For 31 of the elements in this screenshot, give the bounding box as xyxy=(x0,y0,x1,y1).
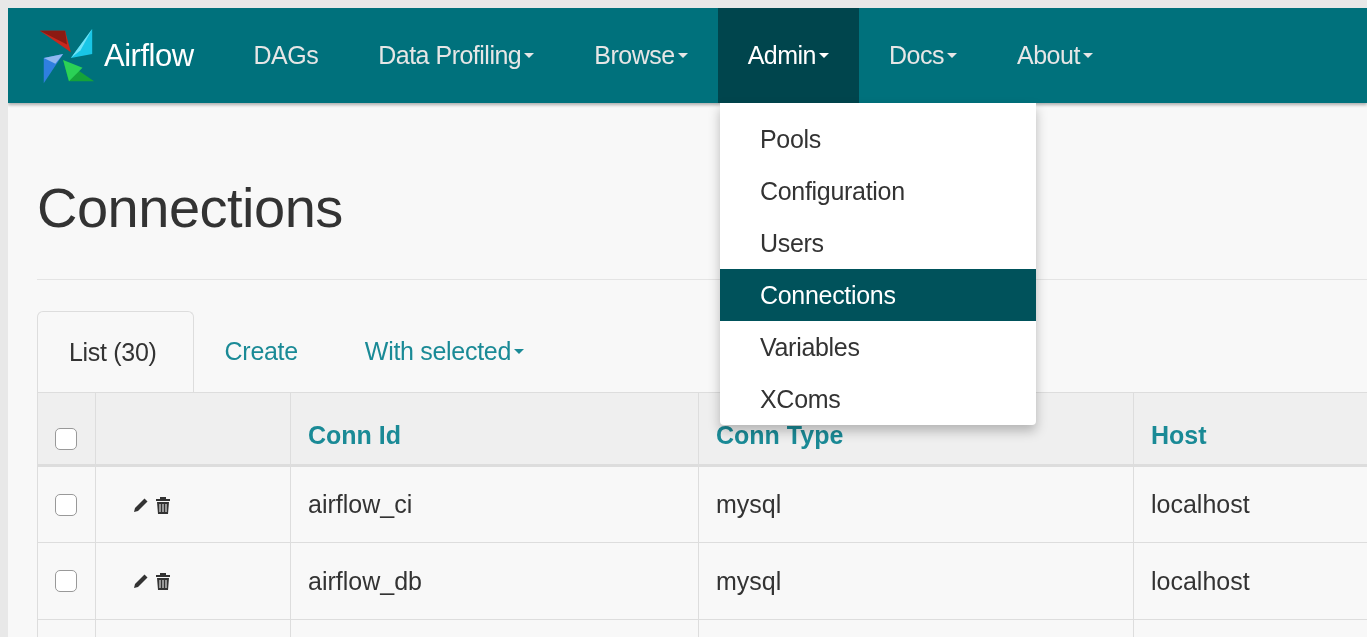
checkbox[interactable] xyxy=(55,493,77,516)
table-cell: mysql xyxy=(716,490,782,518)
column-header[interactable]: Host xyxy=(1151,421,1207,449)
nav-menu-item[interactable]: Admin xyxy=(717,8,860,103)
table-cell: airflow_db xyxy=(308,566,422,595)
brand-link[interactable]: Airflow xyxy=(8,8,224,103)
dropdown-item[interactable]: Connections xyxy=(720,269,1036,321)
tab[interactable]: List (30) xyxy=(37,311,194,392)
column-header[interactable]: Conn Id xyxy=(308,421,402,449)
page-title: Connections xyxy=(37,181,343,235)
nav-menu-item[interactable]: Docs xyxy=(859,8,987,103)
table-cell: localhost xyxy=(1151,490,1250,518)
nav-menu-item[interactable]: Data Profiling xyxy=(348,8,565,103)
dropdown-item[interactable]: Pools xyxy=(720,113,1036,165)
nav-menu-item[interactable]: DAGs xyxy=(223,8,349,103)
trash-icon[interactable] xyxy=(155,495,171,514)
table-cell: localhost xyxy=(1151,566,1250,595)
dropdown-item[interactable]: Variables xyxy=(720,321,1036,373)
table-cell: airflow_ci xyxy=(308,490,413,518)
table-cell: mysql xyxy=(716,566,782,595)
tab[interactable]: Create xyxy=(193,311,334,392)
nav-menu-item[interactable]: About xyxy=(987,8,1123,103)
checkbox[interactable] xyxy=(55,570,77,592)
pencil-icon[interactable] xyxy=(133,496,149,513)
pencil-icon[interactable] xyxy=(133,573,149,589)
trash-icon[interactable] xyxy=(155,572,171,590)
dropdown-item[interactable]: Configuration xyxy=(720,165,1036,217)
nav-menu-item[interactable]: Browse xyxy=(564,8,718,103)
tab[interactable]: With selected xyxy=(333,311,561,392)
checkbox[interactable] xyxy=(55,428,77,450)
dropdown-item[interactable]: Users xyxy=(720,217,1036,269)
